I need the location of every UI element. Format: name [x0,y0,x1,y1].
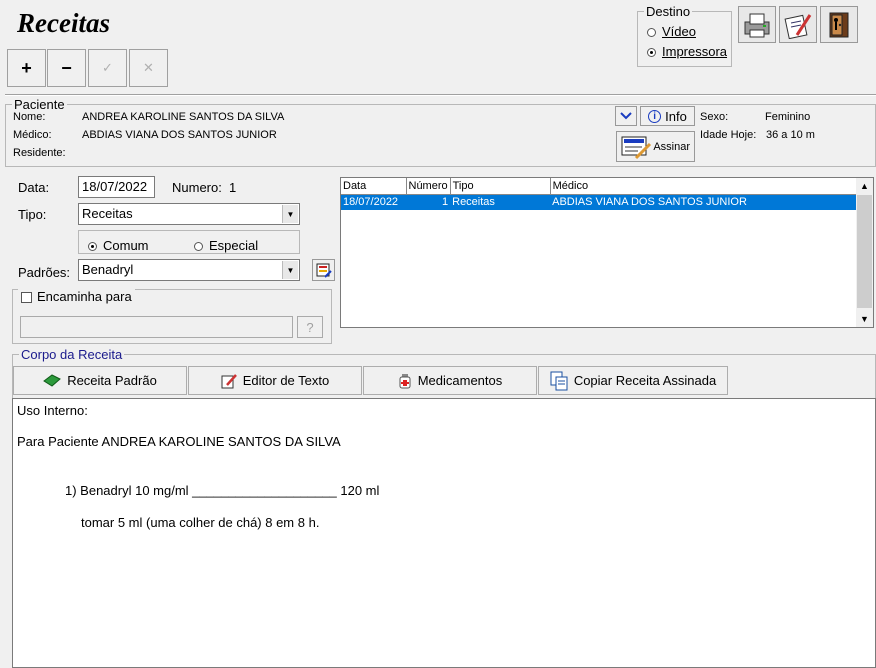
printer-button[interactable] [738,6,776,43]
cancel-button[interactable]: ✕ [129,49,168,87]
radio-comum[interactable]: Comum [88,238,149,253]
nome-value: ANDREA KAROLINE SANTOS DA SILVA [82,111,285,123]
remove-button[interactable]: − [47,49,86,87]
residente-label: Residente: [13,147,66,159]
padroes-select[interactable]: Benadryl ▼ [78,259,300,281]
radio-circle-icon [647,28,656,38]
separator [5,94,876,96]
edit-list-icon [316,263,332,278]
medico-label: Médico: [13,129,52,141]
padroes-label: Padrões: [18,265,71,280]
checkbox-icon [21,292,32,304]
medico-value: ABDIAS VIANA DOS SANTOS JUNIOR [82,129,277,141]
chevron-down-icon [620,112,632,120]
col-tipo-header[interactable]: Tipo [450,178,551,195]
receitas-grid[interactable]: Data Número Tipo Médico 18/07/2022 1 Rec… [340,177,874,328]
text-editor-icon [221,373,237,388]
copiar-receita-button[interactable]: Copiar Receita Assinada [538,366,728,395]
green-book-icon [43,373,62,387]
medicamentos-button[interactable]: Medicamentos [363,366,537,395]
printer-icon [744,13,770,37]
editor-texto-label: Editor de Texto [242,373,330,388]
receita-padrao-button[interactable]: Receita Padrão [13,366,187,395]
confirm-button[interactable]: ✓ [88,49,127,87]
doc-line-medicamento: 1) Benadryl 10 mg/ml ___________________… [65,483,380,498]
cell-medico: ABDIAS VIANA DOS SANTOS JUNIOR [550,194,858,210]
chevron-down-icon: ▼ [282,205,298,223]
edit-document-button[interactable] [779,6,817,43]
radio-video-label: Vídeo [662,24,696,39]
col-numero-header[interactable]: Número [406,178,451,195]
radio-circle-icon [194,242,203,252]
receita-padrao-label: Receita Padrão [67,373,157,388]
scroll-thumb[interactable] [857,195,872,308]
padroes-select-value: Benadryl [82,262,134,277]
corpo-legend: Corpo da Receita [21,347,123,362]
radio-selected-icon [647,48,656,58]
sign-document-icon [621,136,652,160]
numero-label: Numero: [172,180,222,195]
copiar-receita-label: Copiar Receita Assinada [573,373,717,388]
medicine-bottle-icon [399,373,411,388]
assinar-button-label: Assinar [653,140,690,153]
assinar-button[interactable]: Assinar [616,131,695,162]
grid-header-row: Data Número Tipo Médico [341,178,858,195]
window-title: Receitas [17,8,110,38]
col-medico-header[interactable]: Médico [550,178,858,195]
tipo-select-value: Receitas [82,206,133,221]
cell-data: 18/07/2022 [341,194,406,210]
scroll-up-icon[interactable]: ▲ [856,178,873,194]
doc-line-posologia: tomar 5 ml (uma colher de chá) 8 em 8 h. [81,515,320,530]
numero-value: 1 [229,180,237,195]
receita-text-editor[interactable]: Uso Interno: Para Paciente ANDREA KAROLI… [12,398,876,668]
data-label: Data: [18,180,50,195]
nome-label: Nome: [13,111,46,123]
edit-document-icon [784,13,812,39]
sexo-label: Sexo: [700,111,729,123]
info-button[interactable]: i Info [640,106,695,126]
cell-tipo: Receitas [450,194,551,210]
tipo-label: Tipo: [18,207,47,222]
info-icon: i [648,109,662,123]
grid-scrollbar[interactable]: ▲ ▼ [856,178,873,327]
idade-value: 36 a 10 m [766,129,815,141]
tipo-select[interactable]: Receitas ▼ [78,203,300,225]
sexo-value: Feminino [765,111,811,123]
radio-impressora[interactable]: Impressora [647,44,727,59]
info-button-label: Info [665,108,687,124]
exit-door-icon [829,12,849,37]
dropdown-button[interactable] [615,106,637,126]
copy-document-icon [550,371,568,390]
paciente-legend: Paciente [14,97,65,112]
doc-line-paciente: Para Paciente ANDREA KAROLINE SANTOS DA … [17,434,341,449]
table-row[interactable]: 18/07/2022 1 Receitas ABDIAS VIANA DOS S… [341,194,858,210]
exit-door-button[interactable] [820,6,858,43]
radio-comum-label: Comum [103,238,149,253]
radio-video[interactable]: Vídeo [647,24,696,39]
encaminha-field[interactable] [20,316,293,338]
padroes-edit-button[interactable] [312,259,335,281]
editor-texto-button[interactable]: Editor de Texto [188,366,362,395]
chevron-down-icon: ▼ [282,261,298,279]
lookup-button[interactable]: ? [297,316,323,338]
destino-legend: Destino [646,4,691,19]
radio-especial[interactable]: Especial [194,238,258,253]
idade-label: Idade Hoje: [700,129,757,141]
col-data-header[interactable]: Data [341,178,407,195]
medicamentos-label: Medicamentos [417,373,503,388]
cell-numero: 1 [406,194,451,210]
encaminha-label: Encaminha para [37,289,132,304]
radio-selected-icon [88,242,97,252]
radio-impressora-label: Impressora [662,44,728,59]
encaminha-checkbox[interactable]: Encaminha para [18,289,135,304]
add-button[interactable]: + [7,49,46,87]
doc-line-uso-interno: Uso Interno: [17,403,88,418]
radio-especial-label: Especial [209,238,259,253]
data-field[interactable]: 18/07/2022 [78,176,155,198]
scroll-down-icon[interactable]: ▼ [856,311,873,327]
